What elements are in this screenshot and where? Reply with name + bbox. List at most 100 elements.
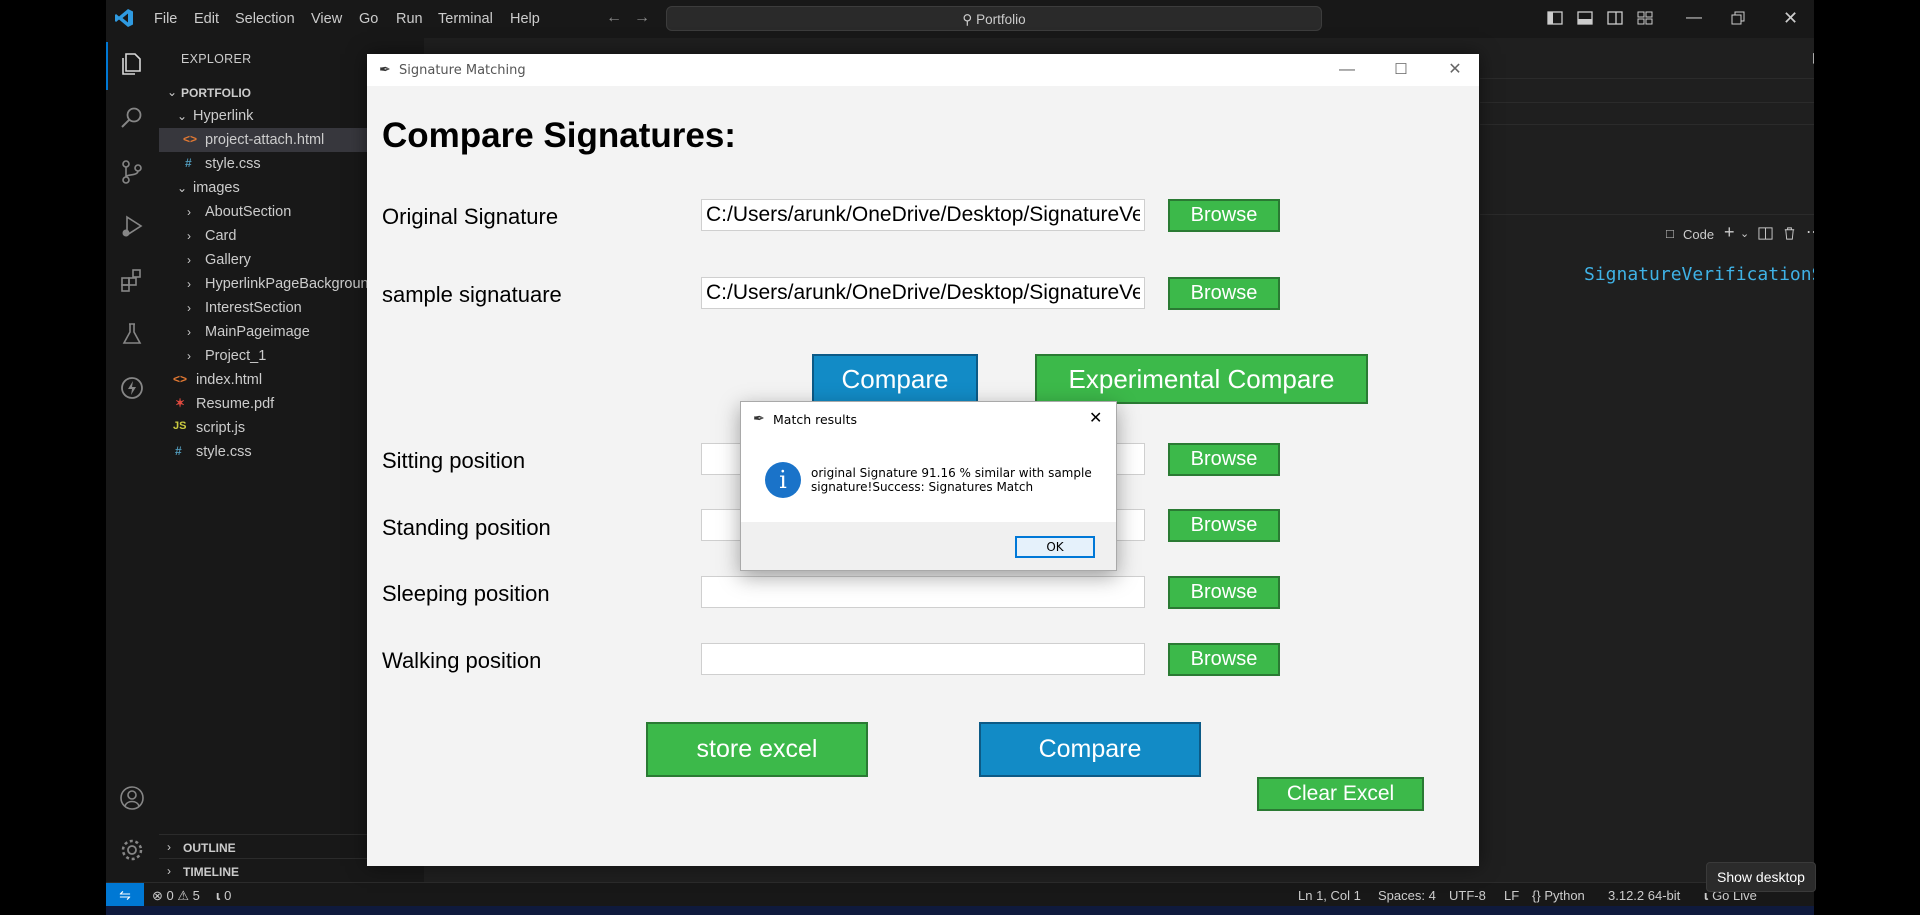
menu-view[interactable]: View <box>311 11 342 27</box>
language-label: Python <box>1544 888 1585 903</box>
tree-label: Project_1 <box>205 348 267 364</box>
maximize-icon[interactable]: ☐ <box>1387 57 1415 83</box>
encoding-status[interactable]: UTF-8 <box>1449 888 1486 903</box>
browse-sitting-button[interactable]: Browse <box>1168 443 1280 476</box>
forward-arrow-icon[interactable]: → <box>634 9 650 27</box>
run-python-icon[interactable]: ▷ <box>1813 49 1814 66</box>
panel-terminal-label[interactable]: Code <box>1683 227 1714 242</box>
minimize-icon[interactable]: — <box>1686 9 1702 27</box>
menu-edit[interactable]: Edit <box>194 11 219 27</box>
toggle-panel-icon[interactable] <box>1576 9 1594 27</box>
eol-status[interactable]: LF <box>1504 888 1519 903</box>
tree-label: style.css <box>205 156 261 172</box>
menu-run[interactable]: Run <box>396 11 423 27</box>
menu-file[interactable]: File <box>154 11 177 27</box>
command-center-search[interactable]: ⚲ Portfolio <box>666 6 1322 31</box>
compare-button[interactable]: Compare <box>812 354 978 404</box>
editor-area: ▷ ⌄ ⋯ □ Code + ⌄ ⋯ <box>1480 38 1814 882</box>
original-signature-label: Original Signature <box>382 204 559 229</box>
menu-selection[interactable]: Selection <box>235 11 295 27</box>
taskbar-strip <box>106 906 1814 915</box>
python-interpreter[interactable]: 3.12.2 64-bit <box>1608 888 1680 903</box>
minimize-icon[interactable]: — <box>1333 57 1361 83</box>
sitting-position-label: Sitting position <box>382 448 526 473</box>
ports-count: 0 <box>224 888 232 903</box>
experimental-compare-button[interactable]: Experimental Compare <box>1035 354 1368 404</box>
restore-icon[interactable] <box>1728 9 1746 27</box>
language-mode[interactable]: {} Python <box>1532 888 1585 903</box>
menu-go[interactable]: Go <box>359 11 378 27</box>
chevron-down-icon: ⌄ <box>177 181 188 195</box>
tree-label: Gallery <box>205 252 251 268</box>
original-signature-path-input[interactable] <box>701 199 1145 231</box>
browse-walking-button[interactable]: Browse <box>1168 643 1280 676</box>
menu-help[interactable]: Help <box>510 11 540 27</box>
source-control-icon[interactable] <box>118 158 146 186</box>
browse-sleeping-button[interactable]: Browse <box>1168 576 1280 609</box>
show-desktop-tooltip: Show desktop <box>1706 862 1816 892</box>
dialog-title: Match results <box>773 412 857 427</box>
cursor-position[interactable]: Ln 1, Col 1 <box>1298 888 1361 903</box>
trash-icon[interactable] <box>1782 226 1797 241</box>
css-file-icon: # <box>185 156 192 170</box>
browse-original-button[interactable]: Browse <box>1168 199 1280 232</box>
close-window-icon[interactable]: ✕ <box>1783 8 1798 29</box>
back-arrow-icon[interactable]: ← <box>606 9 622 27</box>
active-indicator <box>106 42 108 90</box>
ports-status[interactable]: 𝛊 0 <box>216 888 231 904</box>
error-count: 0 <box>166 888 174 903</box>
chevron-right-icon: › <box>187 253 191 267</box>
thunder-client-icon[interactable] <box>118 374 146 402</box>
walking-position-path-input[interactable] <box>701 643 1145 675</box>
testing-icon[interactable] <box>118 320 146 348</box>
compare-positions-button[interactable]: Compare <box>979 722 1201 777</box>
customize-layout-icon[interactable] <box>1636 9 1654 27</box>
walking-position-label: Walking position <box>382 648 542 673</box>
more-actions-icon[interactable]: ⋯ <box>1806 222 1814 242</box>
tree-label: PORTFOLIO <box>181 86 251 100</box>
tree-label: project-attach.html <box>205 132 325 148</box>
account-icon[interactable] <box>118 784 146 812</box>
browse-sample-button[interactable]: Browse <box>1168 277 1280 310</box>
problems-status[interactable]: ⊗ 0 ⚠ 5 <box>152 888 200 904</box>
workspace-name: Portfolio <box>976 12 1026 27</box>
terminal-output: SignatureVerificationSystem <box>1584 264 1814 285</box>
run-debug-icon[interactable] <box>118 212 146 240</box>
chevron-right-icon: › <box>187 301 191 315</box>
new-terminal-icon[interactable]: + <box>1724 222 1735 243</box>
sleeping-position-label: Sleeping position <box>382 581 550 606</box>
toggle-secondary-sidebar-icon[interactable] <box>1606 9 1624 27</box>
split-terminal-icon[interactable] <box>1758 226 1773 241</box>
chevron-down-icon: ⌄ <box>177 109 188 123</box>
clear-excel-button[interactable]: Clear Excel <box>1257 777 1424 811</box>
browse-standing-button[interactable]: Browse <box>1168 509 1280 542</box>
chevron-down-icon[interactable]: ⌄ <box>1740 227 1749 240</box>
tree-label: images <box>193 180 240 196</box>
ok-button[interactable]: OK <box>1015 536 1095 558</box>
tree-label: index.html <box>196 372 263 388</box>
section-label: TIMELINE <box>183 865 239 879</box>
tree-label: AboutSection <box>205 204 292 220</box>
chevron-right-icon: › <box>187 229 191 243</box>
sample-signature-path-input[interactable] <box>701 277 1145 309</box>
extensions-icon[interactable] <box>118 266 146 294</box>
settings-gear-icon[interactable] <box>118 836 146 864</box>
toggle-sidebar-icon[interactable] <box>1546 9 1564 27</box>
sleeping-position-path-input[interactable] <box>701 576 1145 608</box>
search-icon[interactable] <box>118 104 146 132</box>
tree-label: Resume.pdf <box>196 396 275 412</box>
match-results-dialog: ✒ Match results ✕ i original Signature 9… <box>740 401 1117 571</box>
close-icon[interactable]: ✕ <box>1441 57 1469 83</box>
menu-terminal[interactable]: Terminal <box>438 11 493 27</box>
close-icon[interactable]: ✕ <box>1089 408 1102 428</box>
chevron-right-icon: › <box>167 864 171 878</box>
store-excel-button[interactable]: store excel <box>646 722 868 777</box>
explorer-icon[interactable] <box>118 50 146 78</box>
braces-icon: {} <box>1532 888 1541 903</box>
standing-position-label: Standing position <box>382 515 551 540</box>
vscode-logo-icon <box>115 9 133 27</box>
indentation-status[interactable]: Spaces: 4 <box>1378 888 1436 903</box>
tree-label: script.js <box>196 420 246 436</box>
terminal-icon: □ <box>1666 226 1674 241</box>
remote-indicator-icon[interactable]: ⇋ <box>106 883 144 907</box>
